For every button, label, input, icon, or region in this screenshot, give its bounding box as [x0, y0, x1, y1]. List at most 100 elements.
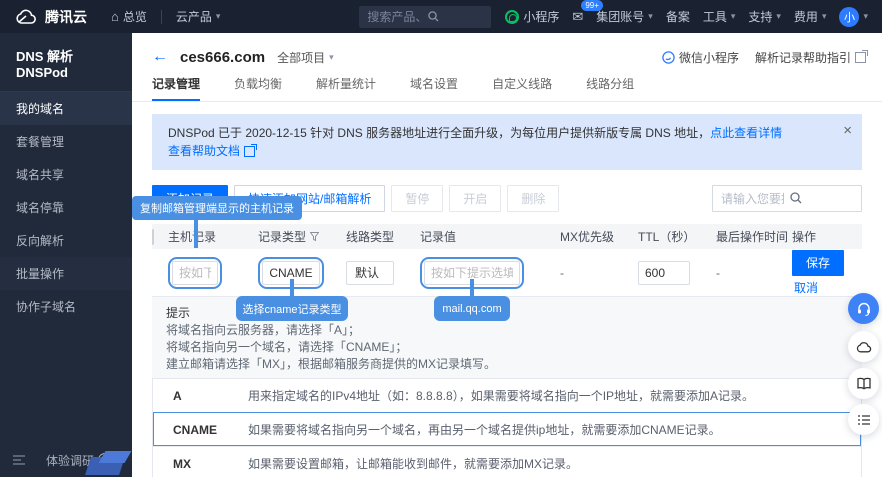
tab-custom-lines[interactable]: 自定义线路 [492, 75, 552, 101]
project-filter-dropdown[interactable]: 全部项目▾ [277, 49, 334, 66]
tab-bar: 记录管理 负载均衡 解析量统计 域名设置 自定义线路 线路分组 [132, 72, 882, 102]
miniprogram-icon [505, 10, 519, 24]
tencent-cloud-logo-icon [12, 9, 38, 25]
feedback-list-fab[interactable] [848, 404, 879, 435]
sidebar-item-collaborative-subdomains[interactable]: 协作子域名 [0, 290, 132, 323]
sidebar-title: DNS 解析 DNSPod [0, 33, 132, 92]
type-row-mx[interactable]: MX 如果需要设置邮箱，让邮箱能收到邮件，就需要添加MX记录。 [153, 447, 861, 477]
annotation-tooltip-value: mail.qq.com [434, 296, 510, 321]
search-icon [790, 192, 853, 204]
mail-icon: ✉ [572, 9, 583, 25]
tab-load-balancing[interactable]: 负载均衡 [234, 75, 282, 101]
col-header-ttl: TTL（秒） [638, 228, 716, 245]
sidebar-footer: 体验调研 › [0, 443, 132, 477]
type-row-cname[interactable]: CNAME 如果需要将域名指向另一个域名，再由另一个域名提供ip地址，就需要添加… [153, 413, 861, 447]
message-count-badge: 99+ [581, 0, 603, 11]
sidebar-item-my-domains[interactable]: 我的域名 [0, 92, 132, 125]
chevron-down-icon: ▾ [329, 53, 334, 62]
pause-button[interactable]: 暂停 [391, 185, 443, 212]
tab-domain-settings[interactable]: 域名设置 [410, 75, 458, 101]
sidebar-item-batch-operations[interactable]: 批量操作 [0, 257, 132, 290]
delete-button[interactable]: 删除 [507, 185, 559, 212]
record-edit-row: 默认 - - 保存 取消 [152, 249, 862, 297]
col-header-last-op-time: 最后操作时间 [716, 228, 792, 245]
type-row-a[interactable]: A 用来指定域名的IPv4地址（如：8.8.8.8），如果需要将域名指向一个IP… [153, 379, 861, 413]
annotation-connector-type [290, 279, 294, 296]
nav-tools[interactable]: 工具▾ [703, 8, 736, 25]
enable-button[interactable]: 开启 [449, 185, 501, 212]
nav-messages[interactable]: ✉ 99+ [572, 9, 583, 25]
col-header-value: 记录值 [420, 228, 560, 245]
page-title-domain: ces666.com [180, 49, 265, 66]
host-input-highlight [168, 257, 222, 289]
tab-resolution-stats[interactable]: 解析量统计 [316, 75, 376, 101]
annotation-tooltip-host: 复制邮箱管理端显示的主机记录 [132, 196, 302, 220]
documentation-fab[interactable] [848, 368, 879, 399]
collapse-sidebar-icon[interactable] [12, 454, 26, 466]
sidebar: DNS 解析 DNSPod 我的域名 套餐管理 域名共享 域名停靠 反向解析 批… [0, 33, 132, 477]
nav-overview[interactable]: ⌂ 总览 [111, 8, 147, 25]
annotation-tooltip-type: 选择cname记录类型 [236, 296, 348, 321]
host-record-input[interactable] [172, 261, 218, 285]
ttl-input[interactable] [638, 261, 690, 285]
chevron-down-icon: ▾ [731, 12, 736, 21]
chevron-down-icon: ▾ [648, 12, 653, 21]
home-icon: ⌂ [111, 9, 119, 24]
page-header: ← ces666.com 全部项目▾ 微信小程序 解析记录帮助指引 [132, 33, 882, 72]
chevron-down-icon: ▾ [776, 12, 781, 21]
brand[interactable]: 腾讯云 [12, 7, 87, 27]
customer-service-fab[interactable] [848, 293, 879, 324]
tencent-cloud-dnspod-console: { "topbar": { "brand": "腾讯云", "overview"… [0, 0, 882, 477]
record-help-guide-link[interactable]: 解析记录帮助指引 [755, 49, 866, 66]
nav-miniprogram[interactable]: 小程序 [505, 8, 559, 25]
decorative-box-graphic [82, 449, 134, 477]
banner-doc-link[interactable]: 查看帮助文档 [168, 142, 240, 160]
tab-record-management[interactable]: 记录管理 [152, 75, 200, 101]
annotation-connector-value [470, 279, 474, 296]
save-button[interactable]: 保存 [792, 250, 844, 276]
back-arrow-icon[interactable]: ← [152, 49, 168, 65]
nav-billing[interactable]: 费用▾ [794, 8, 827, 25]
tab-line-groups[interactable]: 线路分组 [586, 75, 634, 101]
search-icon [428, 11, 483, 22]
record-search-input[interactable]: 请输入您要搜索的记录 [712, 185, 862, 212]
topbar-search-input[interactable]: 搜索产品、文档... [359, 6, 491, 28]
banner-detail-link[interactable]: 点此查看详情 [710, 126, 782, 140]
mx-priority-value: - [560, 266, 638, 280]
sidebar-item-reverse-resolution[interactable]: 反向解析 [0, 224, 132, 257]
cloud-assistant-fab[interactable] [848, 331, 879, 362]
col-header-line: 线路类型 [346, 228, 420, 245]
close-icon[interactable]: × [843, 122, 852, 140]
headset-icon [856, 301, 872, 317]
chevron-down-icon: ▾ [216, 12, 221, 21]
cancel-link[interactable]: 取消 [792, 279, 818, 296]
col-header-type: 记录类型 [258, 228, 346, 245]
select-all-checkbox[interactable] [152, 229, 154, 245]
chevron-down-icon: ▾ [863, 12, 868, 21]
cloud-icon [855, 340, 872, 354]
external-link-icon [855, 52, 866, 63]
external-link-icon [244, 146, 255, 157]
wechat-miniprogram-link[interactable]: 微信小程序 [662, 49, 739, 66]
chevron-down-icon: ▾ [822, 12, 827, 21]
wechat-miniprogram-icon [662, 51, 675, 64]
sidebar-item-domain-sharing[interactable]: 域名共享 [0, 158, 132, 191]
divider [161, 10, 162, 24]
account-menu[interactable]: 小 ▾ [839, 7, 868, 27]
filter-funnel-icon[interactable] [310, 232, 319, 241]
col-header-mx: MX优先级 [560, 228, 638, 245]
help-panel: 提示 将域名指向云服务器，请选择「A」； 将域名指向另一个域名，请选择「CNAM… [152, 297, 862, 477]
annotation-connector-host [194, 220, 198, 248]
nav-group-account[interactable]: 集团账号▾ [596, 8, 653, 25]
record-type-table: A 用来指定域名的IPv4地址（如：8.8.8.8），如果需要将域名指向一个IP… [152, 378, 862, 477]
sidebar-item-plan-management[interactable]: 套餐管理 [0, 125, 132, 158]
record-grid: 主机记录 记录类型 线路类型 记录值 MX优先级 TTL（秒） 最后操作时间 操… [152, 224, 862, 297]
sidebar-item-domain-parking[interactable]: 域名停靠 [0, 191, 132, 224]
line-type-select[interactable]: 默认 [346, 261, 394, 285]
nav-cloud-products[interactable]: 云产品▾ [176, 8, 221, 25]
last-op-time-value: - [716, 266, 792, 280]
main-content: ← ces666.com 全部项目▾ 微信小程序 解析记录帮助指引 记录管理 负… [132, 33, 882, 477]
nav-support[interactable]: 支持▾ [748, 8, 781, 25]
nav-icp[interactable]: 备案 [666, 8, 690, 25]
upgrade-notice-banner: DNSPod 已于 2020-12-15 针对 DNS 服务器地址进行全面升级，… [152, 114, 862, 170]
